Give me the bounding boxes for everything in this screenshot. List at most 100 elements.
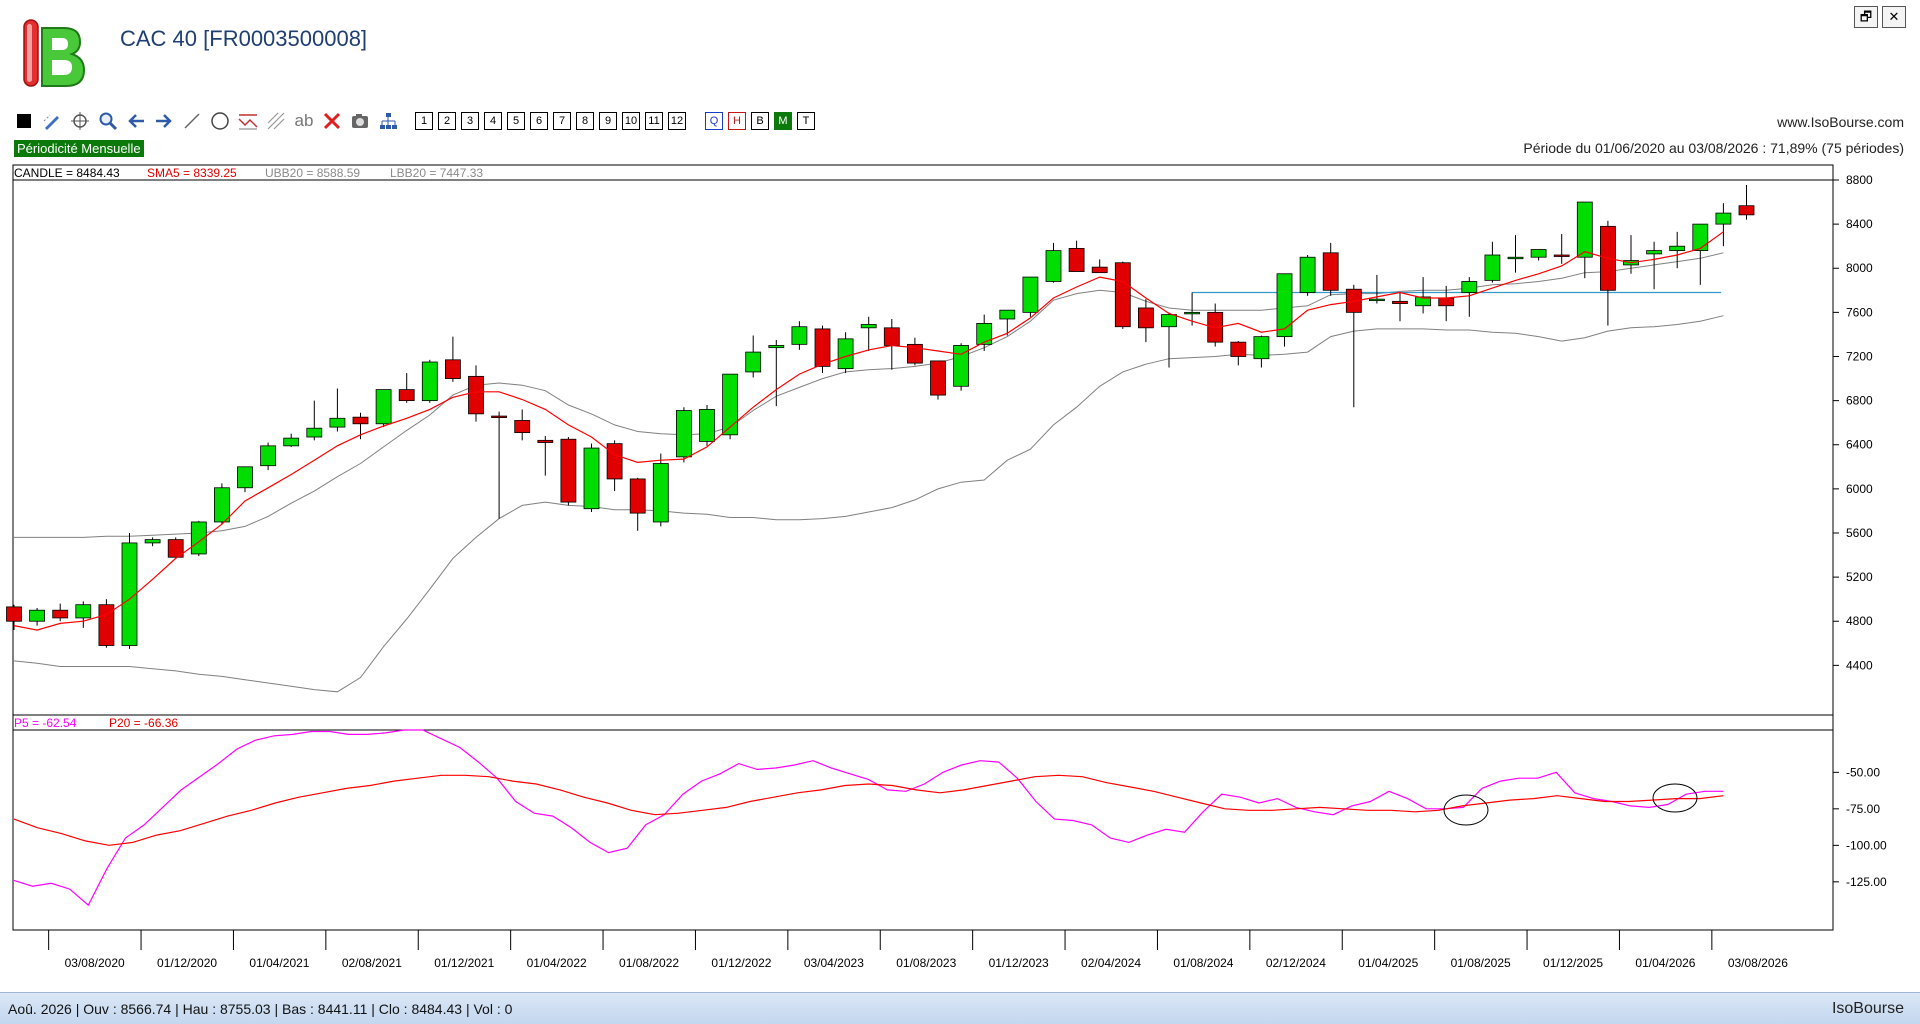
candle-body (1022, 276, 1039, 313)
fibonacci-icon[interactable] (264, 110, 288, 132)
period-button-3[interactable]: 3 (461, 112, 479, 130)
candle-body (444, 359, 461, 379)
periodicity-button-t[interactable]: T (797, 112, 815, 130)
period-button-12[interactable]: 12 (668, 112, 686, 130)
candle-body (537, 439, 554, 443)
period-button-6[interactable]: 6 (530, 112, 548, 130)
x-tick-label: 01/12/2023 (989, 956, 1049, 970)
arrow-right-icon[interactable] (152, 110, 176, 132)
zoom-icon[interactable] (96, 110, 120, 132)
candle-body (1484, 254, 1501, 281)
periodicity-button-q[interactable]: Q (705, 112, 723, 130)
x-tick-label: 01/12/2022 (711, 956, 771, 970)
arrow-left-icon[interactable] (124, 110, 148, 132)
candle (98, 599, 115, 648)
candle-body (1091, 266, 1108, 274)
candle-body (976, 323, 993, 345)
y-tick-label: 8800 (1846, 173, 1873, 187)
candle (676, 407, 692, 463)
candle-body (768, 345, 785, 349)
website-link[interactable]: www.IsoBourse.com (1777, 114, 1904, 130)
y-tick-label: -75.00 (1846, 802, 1880, 816)
period-button-8[interactable]: 8 (576, 112, 594, 130)
price-y-axis: 8800 8400 8000 7600 7200 6800 6400 6000 5600 5200… (1833, 173, 1873, 672)
candle-body (1530, 249, 1547, 258)
candle-body (583, 447, 600, 510)
close-button[interactable]: ✕ (1882, 6, 1906, 28)
candle-body (560, 438, 577, 503)
y-tick-label: -50.00 (1846, 765, 1880, 779)
candle-body (999, 309, 1016, 320)
candle (652, 453, 669, 527)
period-info: Période du 01/06/2020 au 03/08/2026 : 71… (1523, 140, 1904, 156)
candle (213, 483, 230, 525)
candle-body (352, 416, 369, 425)
candle (953, 343, 969, 391)
pen-icon[interactable] (40, 110, 64, 132)
candle-body (375, 389, 392, 425)
candle-body (1369, 298, 1385, 302)
candle-body (1576, 201, 1593, 258)
period-button-4[interactable]: 4 (484, 112, 502, 130)
y-tick-label: 7600 (1846, 305, 1873, 319)
circle-icon[interactable] (208, 110, 232, 132)
x-tick-label: 01/08/2023 (896, 956, 956, 970)
oscillator-panel: P5 = -62.54 P20 = -66.36 -50.00 -75.00 -10… (12, 714, 1887, 931)
periodicity-button-m[interactable]: M (774, 112, 792, 130)
indicator-icon[interactable] (236, 110, 260, 132)
candle (1299, 255, 1316, 296)
tree-icon[interactable] (376, 110, 400, 132)
delete-icon[interactable] (320, 110, 344, 132)
period-button-10[interactable]: 10 (622, 112, 640, 130)
x-tick-label: 01/04/2025 (1358, 956, 1418, 970)
candle-body (1184, 311, 1200, 315)
candle-body (75, 604, 92, 619)
period-button-5[interactable]: 5 (507, 112, 525, 130)
candle-body (1138, 307, 1154, 329)
period-button-2[interactable]: 2 (438, 112, 456, 130)
y-tick-label: 4800 (1846, 614, 1873, 628)
candle-body (837, 338, 854, 370)
periodicity-button-h[interactable]: H (728, 112, 746, 130)
x-tick-label: 01/12/2020 (157, 956, 217, 970)
candle-body (306, 427, 323, 438)
camera-icon[interactable] (348, 110, 372, 132)
candle-body (1553, 254, 1570, 257)
candle-body (1068, 247, 1085, 272)
x-tick-label: 01/08/2024 (1173, 956, 1233, 970)
candle-body (213, 487, 230, 523)
candle (375, 389, 392, 428)
y-tick-label: 6000 (1846, 482, 1873, 496)
period-button-11[interactable]: 11 (645, 112, 663, 130)
candle-body (1461, 281, 1478, 293)
line-icon[interactable] (180, 110, 204, 132)
candle-body (1299, 256, 1316, 293)
periodicity-badge: Périodicité Mensuelle (14, 140, 144, 157)
text-icon[interactable]: ab (292, 110, 316, 132)
price-panel: CANDLE = 8484.43 SMA5 = 8339.25 UBB20 = … (6, 164, 1873, 716)
candle-body (1669, 245, 1686, 251)
period-button-1[interactable]: 1 (415, 112, 433, 130)
period-button-9[interactable]: 9 (599, 112, 617, 130)
period-button-7[interactable]: 7 (553, 112, 571, 130)
window-title: CAC 40 [FR0003500008] (120, 26, 368, 51)
candle-body (745, 351, 762, 373)
candle (699, 405, 715, 446)
candle-body (329, 417, 346, 428)
candle-body (1253, 336, 1270, 360)
square-icon[interactable] (12, 110, 36, 132)
y-tick-label: 4400 (1846, 658, 1873, 672)
y-tick-label: 5200 (1846, 570, 1873, 584)
chart-area[interactable]: CANDLE = 8484.43 SMA5 = 8339.25 UBB20 = … (0, 160, 1920, 988)
periodicity-button-b[interactable]: B (751, 112, 769, 130)
crosshair-icon[interactable] (68, 110, 92, 132)
restore-button[interactable]: 🗗 (1854, 6, 1878, 28)
x-tick-label: 03/04/2023 (804, 956, 864, 970)
y-tick-label: 8400 (1846, 217, 1873, 231)
brand-label: IsoBourse (1831, 1000, 1904, 1017)
x-tick-label: 02/12/2024 (1266, 956, 1326, 970)
legend-ubb20: UBB20 = 8588.59 (265, 166, 360, 180)
x-tick-label: 01/08/2025 (1451, 956, 1511, 970)
candle-body (1392, 300, 1408, 304)
candle (121, 532, 138, 649)
